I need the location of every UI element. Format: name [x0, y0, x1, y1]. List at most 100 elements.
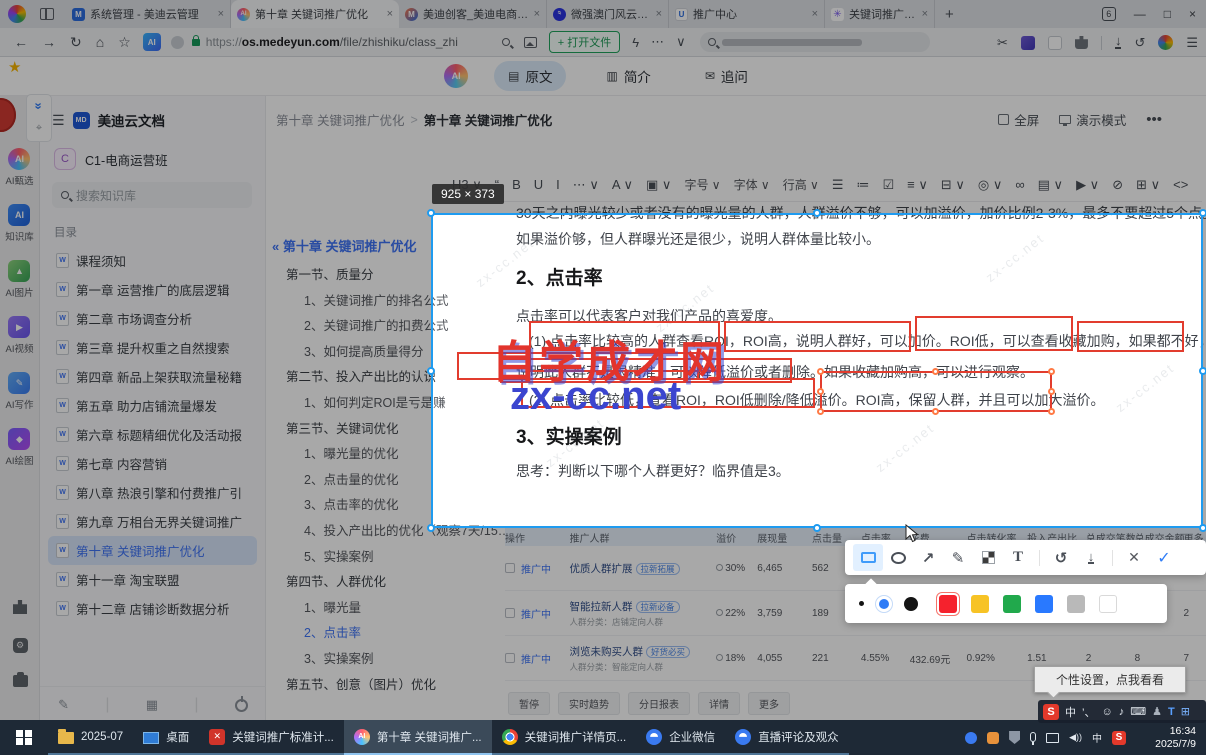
- sidebar-chapter[interactable]: W 第二章 市场调查分析: [48, 304, 257, 333]
- outline-item[interactable]: 第一节、质量分: [266, 263, 466, 289]
- emoji-icon[interactable]: ☺: [1101, 706, 1112, 718]
- color-swatch[interactable]: [1099, 594, 1117, 613]
- stroke-size-small[interactable]: [859, 601, 864, 606]
- selection-handle[interactable]: [813, 524, 821, 532]
- sidebar-chapter[interactable]: W 第十二章 店铺诊断数据分析: [48, 594, 257, 623]
- rail-item-AI甄选[interactable]: AI AI甄选: [6, 148, 33, 187]
- sidebar-chapter[interactable]: W 第六章 标题精细优化及活动报: [48, 420, 257, 449]
- browser-tab[interactable]: 推广中心 ×: [669, 0, 825, 28]
- mosaic-tool[interactable]: [973, 544, 1003, 571]
- undo-button[interactable]: ↺: [1046, 544, 1076, 571]
- editor-tool[interactable]: ∞: [1015, 177, 1024, 192]
- annotation-handle[interactable]: [817, 368, 824, 375]
- kb-search-input[interactable]: 搜索知识库: [52, 182, 252, 208]
- tab-close-icon[interactable]: ×: [218, 8, 224, 20]
- table-action-分日报表[interactable]: 分日报表: [628, 692, 690, 715]
- outline-item[interactable]: 2、点击率: [266, 621, 466, 647]
- hamburger-icon[interactable]: ☰: [52, 112, 65, 129]
- rail-item-知识库[interactable]: AI 知识库: [5, 204, 34, 243]
- bolt-icon[interactable]: ϟ: [632, 35, 639, 50]
- editor-tool[interactable]: B: [512, 177, 521, 192]
- editor-tool[interactable]: ⊟ ∨: [941, 177, 965, 193]
- editor-tool[interactable]: ⋯ ∨: [573, 177, 599, 193]
- lang-zh-icon[interactable]: 中: [1092, 730, 1102, 745]
- split-screen-icon[interactable]: [40, 8, 54, 20]
- outline-item[interactable]: 4、投入产出比的优化（观察7天/15…: [266, 519, 510, 545]
- wecom-mini-icon[interactable]: [965, 731, 978, 744]
- tab-close-icon[interactable]: ×: [534, 8, 540, 20]
- double-chevron-icon[interactable]: »: [32, 102, 47, 109]
- reload-icon[interactable]: ↻: [70, 34, 82, 51]
- board-icon[interactable]: ▦: [146, 697, 158, 713]
- editor-tool[interactable]: ▤ ∨: [1038, 177, 1063, 193]
- table-action-详情[interactable]: 详情: [698, 692, 740, 715]
- taskbar-app[interactable]: 企业微信: [636, 720, 726, 755]
- browser-logo-icon[interactable]: [8, 5, 26, 23]
- editor-tool[interactable]: ☰: [832, 177, 844, 193]
- browser-tab[interactable]: 系统管理 - 美迪云管理 ×: [66, 0, 231, 28]
- selection-handle[interactable]: [427, 524, 435, 532]
- editor-tool[interactable]: ◎ ∨: [978, 177, 1002, 193]
- sidebar-chapter[interactable]: W 第七章 内容营销: [48, 449, 257, 478]
- new-tab-button[interactable]: +: [945, 6, 954, 23]
- image-mode-icon[interactable]: [523, 36, 537, 48]
- browser-tab[interactable]: 关键词推广详情页_万相 ×: [825, 0, 935, 28]
- outline-item[interactable]: 3、如何提高质量得分: [266, 340, 466, 366]
- row-checkbox[interactable]: [505, 563, 515, 573]
- ai-assistant-icon[interactable]: AI: [142, 33, 161, 51]
- browser-tab[interactable]: 美迪创客_美迪电商_美 ×: [399, 0, 547, 28]
- rail-toolbox[interactable]: [0, 672, 40, 687]
- editor-tool[interactable]: ▣ ∨: [646, 177, 671, 193]
- color-swatch[interactable]: [1035, 594, 1053, 613]
- tab-close-icon[interactable]: ×: [812, 8, 818, 20]
- viewer-tab-简介[interactable]: ▥ 简介: [592, 61, 664, 91]
- start-button[interactable]: [0, 720, 48, 755]
- sidebar-chapter[interactable]: W 第四章 新品上架获取流量秘籍: [48, 362, 257, 391]
- collapse-outline-icon[interactable]: «: [272, 239, 279, 254]
- forward-icon[interactable]: →: [42, 34, 56, 50]
- outline-item[interactable]: 5、实操案例: [266, 545, 466, 571]
- volume-icon[interactable]: ◀)): [1069, 732, 1082, 743]
- color-swatch[interactable]: [939, 594, 957, 613]
- browser-tab[interactable]: 第十章 关键词推广优化 ×: [231, 0, 399, 28]
- tab-count-box[interactable]: 6: [1101, 7, 1116, 21]
- outline-item[interactable]: 第二节、投入产出比的认识: [266, 365, 466, 391]
- editor-tool[interactable]: I: [556, 177, 560, 192]
- outline-title[interactable]: « 第十章 关键词推广优化: [266, 236, 466, 255]
- rail-settings[interactable]: ⚙: [0, 638, 40, 653]
- annotation-handle[interactable]: [1048, 388, 1055, 395]
- outline-item[interactable]: 第四节、人群优化: [266, 570, 466, 596]
- course-selector[interactable]: C C1-电商运营班: [54, 148, 265, 170]
- table-header[interactable]: 展现量: [757, 530, 812, 545]
- keyboard-icon[interactable]: ⌨: [1130, 705, 1146, 718]
- taskbar-app[interactable]: AI 第十章 关键词推广...: [343, 720, 492, 755]
- taskbar-clock[interactable]: 16:34 2025/7/9: [1140, 720, 1196, 755]
- outline-item[interactable]: 2、关键词推广的扣费公式: [266, 314, 466, 340]
- taskbar-app[interactable]: 2025-07: [48, 720, 134, 755]
- edit-icon[interactable]: ✎: [58, 697, 69, 713]
- sidebar-chapter[interactable]: W 第十章 关键词推广优化: [48, 536, 257, 565]
- annotation-handle[interactable]: [1048, 408, 1055, 415]
- selection-handle[interactable]: [1199, 524, 1206, 532]
- editor-tool[interactable]: 字号 ∨: [684, 176, 720, 193]
- bookmark-icon[interactable]: ☆: [118, 34, 131, 51]
- editor-tool[interactable]: 行高 ∨: [783, 176, 819, 193]
- rail-item-AI绘图[interactable]: ◆ AI绘图: [6, 428, 33, 467]
- color-swatch[interactable]: [971, 594, 989, 613]
- power-icon[interactable]: [234, 695, 248, 712]
- tab-close-icon[interactable]: ×: [922, 8, 928, 20]
- color-swatch[interactable]: [1003, 594, 1021, 613]
- editor-tool[interactable]: ☑: [882, 177, 894, 193]
- stroke-size-large[interactable]: [904, 596, 918, 611]
- taskbar-app[interactable]: 关键词推广详情页...: [491, 720, 637, 755]
- pen-tool[interactable]: ✎: [943, 544, 973, 571]
- punctuation-icon[interactable]: ’、: [1082, 704, 1095, 720]
- tab-close-icon[interactable]: ×: [387, 8, 393, 20]
- profile-icon[interactable]: [1158, 35, 1174, 50]
- editor-tool[interactable]: A ∨: [612, 177, 633, 193]
- taskbar-app[interactable]: 桌面: [133, 720, 200, 755]
- sidebar-chapter[interactable]: W 第五章 助力店铺流量爆发: [48, 391, 257, 420]
- sogou-s-icon[interactable]: S: [1112, 730, 1126, 745]
- home-icon[interactable]: ⌂: [96, 34, 104, 50]
- annotation-handle[interactable]: [1048, 368, 1055, 375]
